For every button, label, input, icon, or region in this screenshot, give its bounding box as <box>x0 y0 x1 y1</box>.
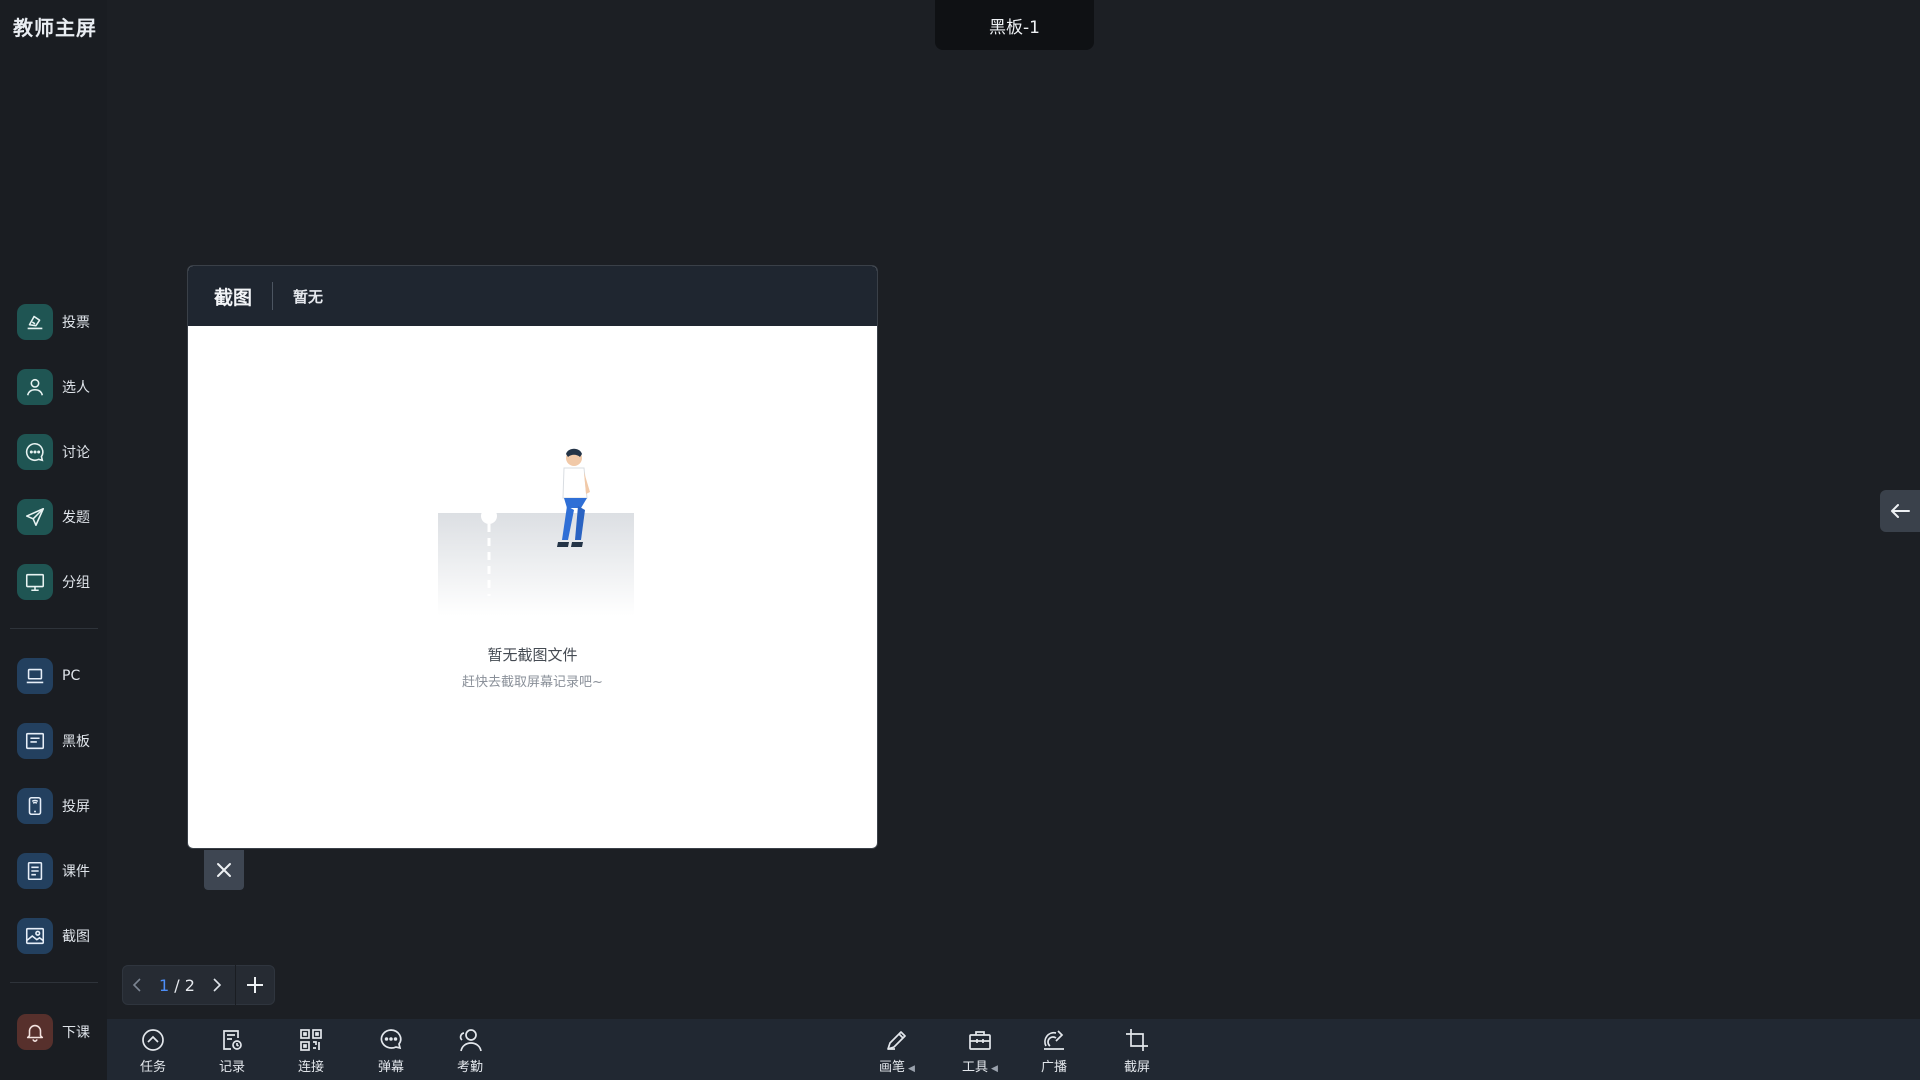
tool-label: 截屏 <box>1123 1060 1150 1075</box>
expand-panel-button[interactable] <box>1880 490 1920 532</box>
sidebar: 教师主屏 投票 选人 讨论 发题 分组 PC 黑板 投屏 课件 截图 下课 <box>0 0 107 1080</box>
sidebar-item-label: 讨论 <box>62 445 90 461</box>
caret-left-icon: ◀ <box>991 1064 998 1074</box>
sidebar-item-pc[interactable]: PC <box>17 656 99 696</box>
tool-record[interactable]: 记录 <box>202 1027 262 1077</box>
courseware-icon <box>17 853 53 889</box>
empty-state-subtitle: 赶快去截取屏幕记录吧~ <box>462 675 603 690</box>
arrow-left-icon <box>1891 504 1910 518</box>
dialog-subtitle: 暂无 <box>293 287 324 306</box>
dialog-title: 截图 <box>214 286 253 309</box>
sidebar-item-end-class[interactable]: 下课 <box>17 1012 99 1052</box>
sidebar-divider <box>10 982 98 983</box>
vote-icon <box>17 304 53 340</box>
sidebar-item-screenshot[interactable]: 截图 <box>17 916 99 956</box>
app-title: 教师主屏 <box>13 16 97 40</box>
broadcast-icon <box>1044 1030 1064 1050</box>
sidebar-item-label: 分组 <box>62 575 90 591</box>
sidebar-item-label: 选人 <box>62 380 90 396</box>
sidebar-item-send-question[interactable]: 发题 <box>17 497 99 537</box>
screenshot-dialog: 截图 暂无 暂无截图文件 赶快去截取屏幕记录吧~ <box>187 265 878 849</box>
tool-pen[interactable]: 画笔 ◀ <box>862 1027 932 1077</box>
tool-task[interactable]: 任务 <box>123 1027 183 1077</box>
sidebar-item-label: 课件 <box>62 864 90 880</box>
sidebar-divider <box>10 628 98 629</box>
tool-label: 画笔 ◀ <box>879 1056 915 1075</box>
send-icon <box>17 499 53 535</box>
tool-label: 记录 <box>218 1060 245 1075</box>
tool-danmaku[interactable]: 弹幕 <box>361 1027 421 1077</box>
dialog-header: 截图 暂无 <box>188 266 877 326</box>
dialog-header-divider <box>272 282 274 310</box>
sidebar-item-select-person[interactable]: 选人 <box>17 367 99 407</box>
page-indicator: 1 / 2 <box>151 976 203 995</box>
plus-icon <box>247 977 263 993</box>
sidebar-item-label: 下课 <box>62 1025 90 1041</box>
sidebar-item-label: 投票 <box>62 315 90 331</box>
tool-label: 弹幕 <box>377 1060 404 1075</box>
sidebar-item-vote[interactable]: 投票 <box>17 302 99 342</box>
sidebar-item-label: PC <box>62 668 81 684</box>
sidebar-item-label: 发题 <box>62 510 90 526</box>
sidebar-item-blackboard[interactable]: 黑板 <box>17 721 99 761</box>
page-separator: / <box>174 975 180 995</box>
tool-screen-capture[interactable]: 截屏 <box>1107 1027 1167 1077</box>
sidebar-item-group[interactable]: 分组 <box>17 562 99 602</box>
bottom-toolbar: 任务 记录 连接 弹幕 考勤 画笔 ◀ 工具 ◀ 广播 截屏 <box>107 1019 1920 1080</box>
tool-label: 考勤 <box>456 1060 483 1075</box>
task-icon <box>142 1029 164 1051</box>
total-pages: 2 <box>184 975 195 995</box>
qrcode-icon <box>300 1029 322 1051</box>
page-navigator: 1 / 2 <box>122 965 275 1005</box>
tool-label-text: 画笔 <box>879 1060 906 1075</box>
crop-icon <box>1126 1029 1148 1051</box>
sidebar-item-label: 截图 <box>62 929 90 945</box>
tool-label-text: 工具 <box>962 1060 989 1075</box>
sidebar-item-cast[interactable]: 投屏 <box>17 786 99 826</box>
next-page-button[interactable] <box>203 978 231 992</box>
chevron-right-icon <box>213 978 222 992</box>
prev-page-button[interactable] <box>123 978 151 992</box>
sidebar-item-courseware[interactable]: 课件 <box>17 851 99 891</box>
tool-connect[interactable]: 连接 <box>281 1027 341 1077</box>
tool-label: 广播 <box>1040 1060 1067 1075</box>
add-page-button[interactable] <box>236 976 274 994</box>
tool-attendance[interactable]: 考勤 <box>440 1027 500 1077</box>
cast-phone-icon <box>17 788 53 824</box>
close-dialog-button[interactable] <box>204 850 244 890</box>
danmaku-icon <box>380 1029 402 1050</box>
tool-label: 连接 <box>297 1060 324 1075</box>
attendance-icon <box>459 1029 482 1052</box>
pen-icon <box>887 1031 906 1050</box>
empty-state-illustration <box>438 448 634 616</box>
sidebar-item-label: 黑板 <box>62 734 90 750</box>
bell-icon <box>17 1014 53 1050</box>
chevron-left-icon <box>132 978 141 992</box>
empty-state-title: 暂无截图文件 <box>487 646 578 664</box>
chat-icon <box>17 434 53 470</box>
monitor-icon <box>17 564 53 600</box>
current-page: 1 <box>159 975 170 995</box>
toolbox-icon <box>969 1031 991 1050</box>
board-icon <box>17 723 53 759</box>
tool-broadcast[interactable]: 广播 <box>1024 1027 1084 1077</box>
record-icon <box>223 1030 242 1050</box>
sidebar-item-label: 投屏 <box>62 799 90 815</box>
sidebar-item-discuss[interactable]: 讨论 <box>17 432 99 472</box>
laptop-icon <box>17 658 53 694</box>
close-icon <box>217 863 231 877</box>
caret-left-icon: ◀ <box>908 1064 915 1074</box>
image-icon <box>17 918 53 954</box>
tool-label: 工具 ◀ <box>962 1056 998 1075</box>
tool-label: 任务 <box>139 1060 166 1075</box>
board-tab[interactable]: 黑板-1 <box>935 0 1094 50</box>
person-icon <box>17 369 53 405</box>
tool-toolbox[interactable]: 工具 ◀ <box>945 1027 1015 1077</box>
